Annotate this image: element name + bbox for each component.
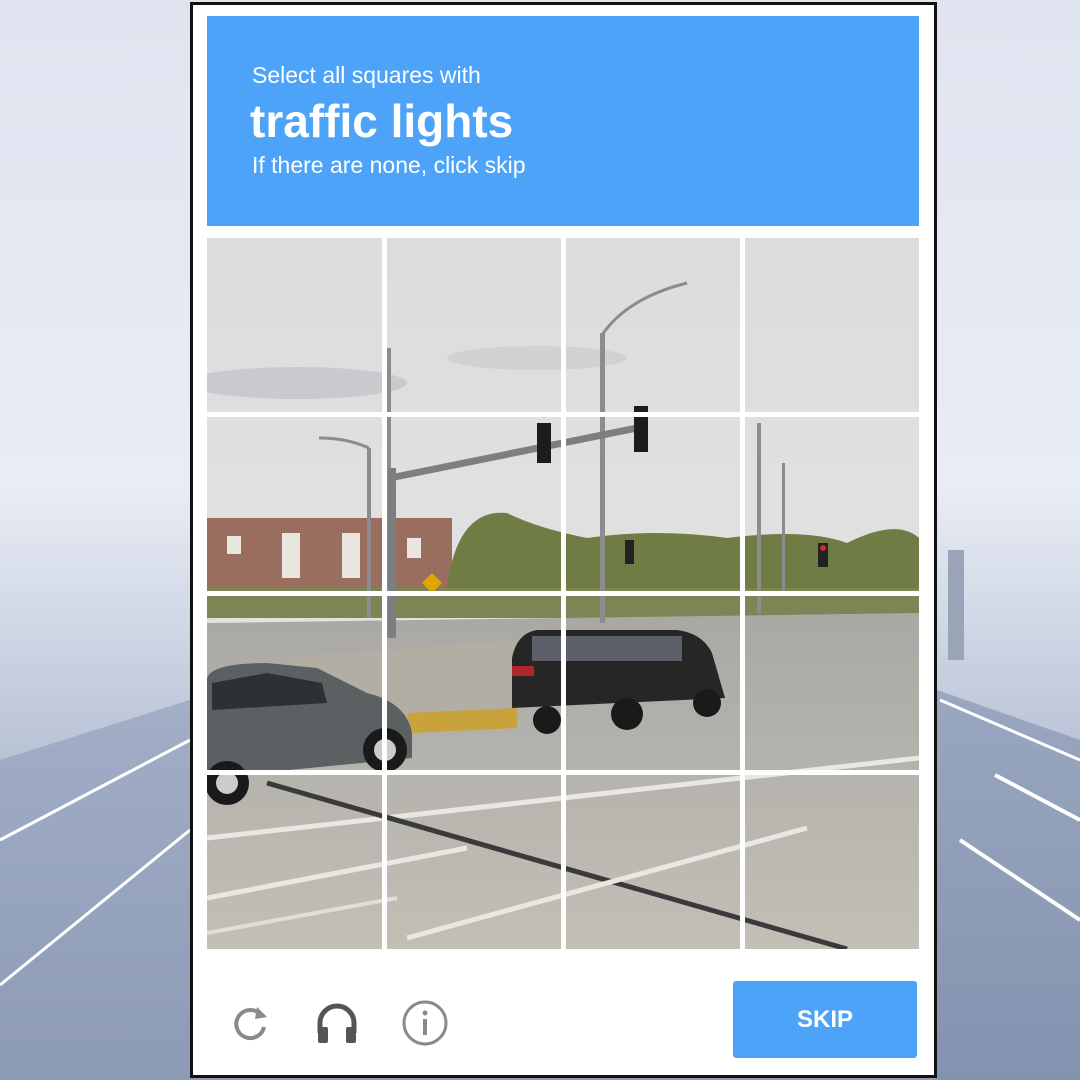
challenge-header: Select all squares with traffic lights I… (207, 16, 919, 226)
info-icon[interactable] (401, 999, 449, 1047)
image-grid (207, 238, 919, 949)
grid-tile-r3-c2[interactable] (386, 596, 561, 771)
grid-tile-r3-c1[interactable] (207, 596, 382, 771)
grid-tile-r1-c4[interactable] (744, 238, 919, 413)
hint-text: If there are none, click skip (252, 152, 526, 178)
grid-tile-r3-c4[interactable] (744, 596, 919, 771)
grid-tile-r3-c3[interactable] (565, 596, 740, 771)
grid-tile-r1-c2[interactable] (386, 238, 561, 413)
grid-tile-r2-c1[interactable] (207, 417, 382, 592)
grid-tile-r4-c2[interactable] (386, 775, 561, 950)
grid-tile-r2-c4[interactable] (744, 417, 919, 592)
grid-tile-r1-c3[interactable] (565, 238, 740, 413)
grid-tile-r4-c4[interactable] (744, 775, 919, 950)
captcha-dialog: Select all squares with traffic lights I… (190, 2, 937, 1078)
grid-tile-r4-c1[interactable] (207, 775, 382, 950)
grid-tile-r2-c2[interactable] (386, 417, 561, 592)
grid-tile-r1-c1[interactable] (207, 238, 382, 413)
target-object-text: traffic lights (250, 95, 514, 147)
grid-tile-r2-c3[interactable] (565, 417, 740, 592)
instruction-text: Select all squares with (252, 62, 481, 88)
reload-icon[interactable] (227, 999, 275, 1047)
grid-tile-r4-c3[interactable] (565, 775, 740, 950)
headphones-icon[interactable] (313, 999, 361, 1047)
skip-button[interactable]: SKIP (733, 981, 917, 1058)
